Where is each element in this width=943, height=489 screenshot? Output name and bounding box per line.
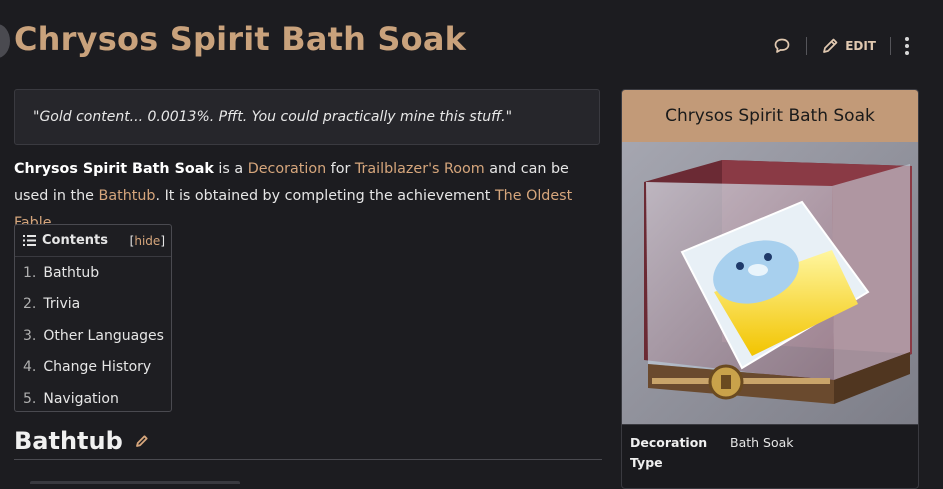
toc-item-number: 5. [23, 390, 37, 407]
item-image [622, 142, 918, 424]
intro-text: . It is obtained by completing the achie… [155, 188, 495, 204]
item-name: Chrysos Spirit Bath Soak [14, 161, 214, 177]
toc-title: Contents [42, 233, 108, 248]
quote-text: "Gold content... 0.0013%. Pfft. You coul… [33, 109, 513, 125]
section-heading-bathtub: Bathtub [14, 427, 149, 455]
edit-button[interactable]: EDIT [821, 37, 876, 55]
toc-item-label: Trivia [43, 296, 81, 313]
list-icon [23, 235, 36, 246]
infobox-value: Bath Soak [730, 435, 794, 450]
table-of-contents: Contents [hide] 1. Bathtub 2. Trivia 3. Oth… [14, 224, 172, 412]
infobox-title: Chrysos Spirit Bath Soak [622, 90, 918, 142]
toc-hide-link[interactable]: hide [134, 234, 160, 248]
toc-item-number: 4. [23, 359, 37, 376]
toc-item-bathtub[interactable]: 1. Bathtub [23, 257, 171, 289]
intro-text: for [326, 161, 355, 177]
toc-item-number: 2. [23, 296, 37, 313]
toc-item-other-languages[interactable]: 3. Other Languages [23, 320, 171, 352]
edit-label: EDIT [845, 39, 876, 53]
toc-item-navigation[interactable]: 5. Navigation [23, 383, 171, 415]
toc-item-change-history[interactable]: 4. Change History [23, 352, 171, 384]
scrollbar[interactable] [937, 0, 943, 484]
toc-item-trivia[interactable]: 2. Trivia [23, 289, 171, 321]
toolbar-divider [806, 37, 808, 55]
toc-item-number: 1. [23, 264, 37, 281]
toc-hide-toggle[interactable]: [hide] [130, 234, 165, 248]
toc-item-label: Change History [43, 359, 152, 376]
vertical-dots-icon[interactable] [905, 37, 909, 55]
infobox-key: Decoration Type [630, 435, 708, 470]
bracket-close: ] [160, 233, 165, 248]
intro-text: is a [213, 161, 248, 177]
bathtub-link[interactable]: Bathtub [99, 188, 156, 204]
toc-item-label: Bathtub [43, 264, 100, 281]
back-button[interactable] [0, 24, 10, 58]
speech-bubble-icon[interactable] [772, 36, 792, 56]
infobox-row-decoration-type: Decoration Type Bath Soak [622, 424, 918, 481]
decoration-link[interactable]: Decoration [248, 161, 326, 177]
toc-item-label: Other Languages [43, 327, 164, 344]
toc-item-label: Navigation [43, 390, 119, 407]
toc-header: Contents [hide] [15, 225, 171, 257]
pencil-icon [823, 38, 838, 53]
page-title: Chrysos Spirit Bath Soak [14, 20, 467, 58]
toolbar-divider [890, 37, 891, 55]
page-toolbar: EDIT [772, 34, 909, 58]
section-divider [14, 459, 602, 460]
toc-list: 1. Bathtub 2. Trivia 3. Other Languages 4. C… [15, 257, 171, 415]
toc-item-number: 3. [23, 327, 37, 344]
trailblazers-room-link[interactable]: Trailblazer's Room [355, 161, 485, 177]
quote-box: "Gold content... 0.0013%. Pfft. You coul… [14, 89, 600, 145]
pencil-icon[interactable] [135, 434, 149, 448]
infobox: Chrysos Spirit Bath Soak Decoration Type… [621, 89, 919, 489]
section-title: Bathtub [14, 427, 123, 455]
